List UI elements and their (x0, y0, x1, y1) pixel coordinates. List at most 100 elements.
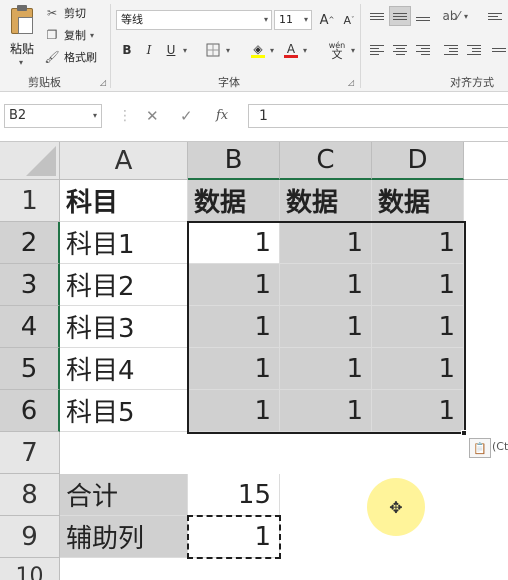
font-name-select[interactable]: 等线 ▾ (116, 10, 272, 30)
column-header-d[interactable]: D (372, 142, 464, 180)
cell-c1[interactable]: 数据 (280, 180, 372, 222)
underline-icon: U (166, 43, 176, 57)
column-header-a[interactable]: A (60, 142, 188, 180)
bold-button[interactable]: B (117, 40, 137, 60)
copy-button[interactable]: ❐ 复制 ▾ (44, 25, 94, 45)
row-header-2[interactable]: 2 (0, 222, 60, 264)
cell-d1[interactable]: 数据 (372, 180, 464, 222)
row-header-8[interactable]: 8 (0, 474, 60, 516)
cancel-icon[interactable]: ✕ (146, 107, 159, 125)
paste-label: 粘贴 (10, 42, 35, 56)
paste-options-button[interactable]: 📋 (469, 438, 491, 458)
worksheet-grid: A B C D 1 2 3 4 5 6 7 8 9 10 科目 数据 数据 数据… (0, 142, 508, 580)
cell-c2[interactable]: 1 (280, 222, 372, 264)
cell-d4[interactable]: 1 (372, 306, 464, 348)
row-header-1[interactable]: 1 (0, 180, 60, 222)
increase-indent-button[interactable] (463, 40, 485, 60)
borders-dropdown-icon[interactable]: ▾ (226, 46, 230, 55)
clipboard-sheet (18, 17, 33, 34)
paste-dropdown-icon[interactable]: ▾ (19, 58, 23, 67)
merge-center-button[interactable] (488, 40, 508, 60)
cell-a3[interactable]: 科目2 (60, 264, 188, 306)
row-header-5[interactable]: 5 (0, 348, 60, 390)
decrease-indent-button[interactable] (440, 40, 462, 60)
formula-input[interactable]: 1 (248, 104, 508, 128)
align-right-icon (416, 45, 430, 55)
clipboard-launcher-icon[interactable]: ◿ (100, 78, 106, 87)
cut-button[interactable]: ✂ 剪切 (44, 3, 86, 23)
select-all-button[interactable] (0, 142, 60, 180)
column-header-c[interactable]: C (280, 142, 372, 180)
align-center-button[interactable] (389, 40, 411, 60)
chevron-down-icon: ▾ (92, 111, 97, 120)
copy-dropdown-icon[interactable]: ▾ (90, 31, 94, 40)
cell-b5[interactable]: 1 (188, 348, 280, 390)
font-color-icon: A (286, 41, 296, 56)
font-color-button[interactable]: A (281, 40, 301, 60)
grow-font-button[interactable]: A ^ (317, 10, 337, 30)
shrink-font-button[interactable]: Aˇ (339, 10, 359, 30)
align-left-button[interactable] (366, 40, 388, 60)
cell-c3[interactable]: 1 (280, 264, 372, 306)
paintbrush-icon: 🖌 (44, 50, 60, 64)
orientation-dropdown-icon[interactable]: ▾ (464, 12, 468, 21)
name-box[interactable]: B2 ▾ (4, 104, 102, 128)
cell-d2[interactable]: 1 (372, 222, 464, 264)
cell-a2[interactable]: 科目1 (60, 222, 188, 264)
align-bottom-button[interactable] (412, 6, 434, 26)
enter-icon[interactable]: ✓ (180, 107, 193, 125)
cell-a9[interactable]: 辅助列 (60, 516, 188, 558)
font-color-dropdown-icon[interactable]: ▾ (303, 46, 307, 55)
row-header-9[interactable]: 9 (0, 516, 60, 558)
align-center-icon (393, 45, 407, 55)
cell-b1[interactable]: 数据 (188, 180, 280, 222)
row-header-4[interactable]: 4 (0, 306, 60, 348)
align-top-button[interactable] (366, 6, 388, 26)
font-size-select[interactable]: 11 ▾ (274, 10, 312, 30)
row-header-6[interactable]: 6 (0, 390, 60, 432)
align-middle-button[interactable] (389, 6, 411, 26)
phonetic-dropdown-icon[interactable]: ▾ (351, 46, 355, 55)
cell-b6[interactable]: 1 (188, 390, 280, 432)
fill-color-button[interactable]: ◈ (248, 40, 268, 60)
italic-button[interactable]: I (139, 40, 159, 60)
cell-b4[interactable]: 1 (188, 306, 280, 348)
cell-c5[interactable]: 1 (280, 348, 372, 390)
orientation-icon: ab⁄ (442, 9, 460, 23)
format-painter-button[interactable]: 🖌 格式刷 (44, 47, 97, 67)
cell-b2[interactable]: 1 (188, 222, 280, 264)
cell-d6[interactable]: 1 (372, 390, 464, 432)
fill-color-dropdown-icon[interactable]: ▾ (270, 46, 274, 55)
row-header-10[interactable]: 10 (0, 558, 60, 580)
cell-d3[interactable]: 1 (372, 264, 464, 306)
phonetic-button[interactable]: wén 文 (324, 40, 350, 60)
cell-c6[interactable]: 1 (280, 390, 372, 432)
move-cursor-icon: ✥ (389, 497, 403, 517)
underline-dropdown-icon[interactable]: ▾ (183, 46, 187, 55)
row-header-3[interactable]: 3 (0, 264, 60, 306)
orientation-button[interactable]: ab⁄ (440, 6, 462, 26)
copy-icon: ❐ (46, 28, 58, 42)
cell-b9[interactable]: 1 (188, 516, 280, 558)
cell-a8[interactable]: 合计 (60, 474, 188, 516)
fill-handle[interactable] (461, 430, 467, 436)
cell-d5[interactable]: 1 (372, 348, 464, 390)
cell-a6[interactable]: 科目5 (60, 390, 188, 432)
paste-button[interactable]: 粘贴 ▾ (6, 4, 38, 70)
cell-a5[interactable]: 科目4 (60, 348, 188, 390)
wrap-text-button[interactable] (484, 6, 506, 26)
cell-a1[interactable]: 科目 (60, 180, 188, 222)
underline-button[interactable]: U (161, 40, 181, 60)
borders-button[interactable] (203, 40, 223, 60)
ribbon-divider (360, 4, 361, 88)
column-header-b[interactable]: B (188, 142, 280, 180)
cell-c4[interactable]: 1 (280, 306, 372, 348)
cell-b3[interactable]: 1 (188, 264, 280, 306)
cell-a4[interactable]: 科目3 (60, 306, 188, 348)
insert-function-icon[interactable]: fx (216, 108, 228, 123)
font-name-value: 等线 (121, 13, 143, 26)
align-right-button[interactable] (412, 40, 434, 60)
font-launcher-icon[interactable]: ◿ (348, 78, 354, 87)
row-header-7[interactable]: 7 (0, 432, 60, 474)
cell-b8[interactable]: 15 (188, 474, 280, 516)
